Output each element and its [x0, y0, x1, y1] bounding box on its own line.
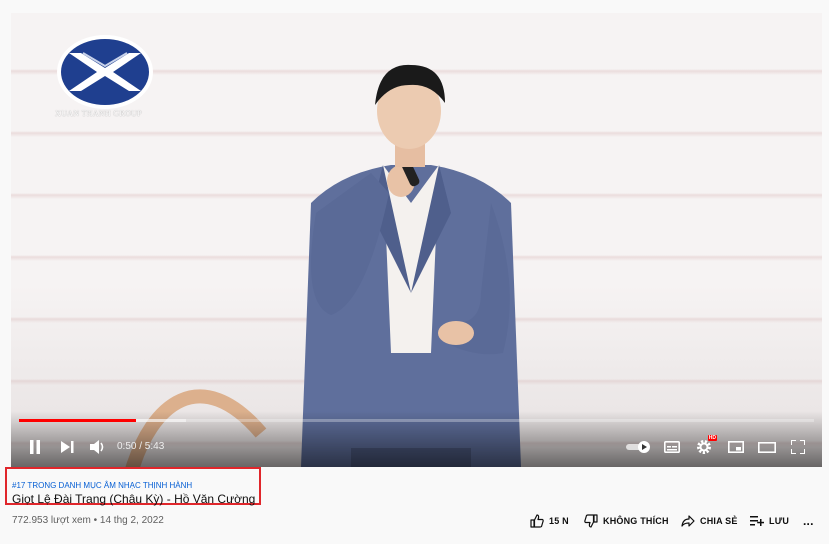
autoplay-icon [626, 441, 650, 453]
dislike-button[interactable]: KHÔNG THÍCH [584, 512, 669, 530]
progress-played [19, 419, 136, 422]
dislike-label: KHÔNG THÍCH [603, 516, 669, 526]
view-count-date: 772.953 lượt xem • 14 thg 2, 2022 [12, 515, 164, 526]
progress-bar[interactable] [19, 419, 814, 422]
time-display: 0:50 / 5:43 [117, 441, 165, 452]
volume-icon [90, 440, 104, 454]
subtitles-button[interactable] [663, 437, 681, 457]
like-button[interactable]: 15 N [530, 512, 569, 530]
settings-button[interactable]: HD [695, 435, 717, 457]
gear-icon [697, 440, 711, 454]
autoplay-toggle[interactable] [625, 437, 653, 457]
video-title: Giọt Lệ Đài Trang (Châu Kỳ) - Hồ Văn Cườ… [12, 492, 256, 506]
save-label: LƯU [769, 516, 790, 526]
volume-button[interactable] [89, 437, 107, 457]
trending-hashtag-link[interactable]: #17 TRONG DANH MỤC ÂM NHẠC THỊNH HÀNH [12, 481, 192, 490]
theater-mode-button[interactable] [757, 437, 777, 457]
share-icon [681, 515, 695, 527]
share-label: CHIA SẺ [700, 516, 738, 526]
theater-icon [758, 441, 776, 453]
miniplayer-icon [728, 441, 744, 453]
skip-next-icon [60, 441, 73, 453]
miniplayer-button[interactable] [727, 437, 745, 457]
xuan-thanh-logo [57, 35, 153, 109]
video-player[interactable]: XUAN THANH GROUP 0:50 / 5:43 HD [11, 13, 822, 467]
like-count: 15 N [549, 516, 569, 526]
save-button[interactable]: LƯU [750, 512, 789, 530]
playlist-add-icon [750, 516, 764, 526]
hd-badge: HD [707, 435, 717, 441]
logo-text: XUAN THANH GROUP [55, 109, 142, 118]
player-controls: 0:50 / 5:43 HD [11, 411, 822, 467]
more-icon: ... [803, 514, 814, 528]
pause-button[interactable] [27, 437, 43, 457]
more-actions-button[interactable]: ... [803, 512, 814, 530]
share-button[interactable]: CHIA SẺ [681, 512, 738, 530]
fullscreen-button[interactable] [789, 437, 807, 457]
fullscreen-icon [791, 440, 805, 454]
thumbs-down-icon [584, 514, 598, 528]
pause-icon [30, 440, 40, 454]
thumbs-up-icon [530, 514, 544, 528]
singer-figure [301, 64, 521, 467]
next-button[interactable] [59, 437, 75, 457]
subtitles-icon [664, 441, 680, 453]
